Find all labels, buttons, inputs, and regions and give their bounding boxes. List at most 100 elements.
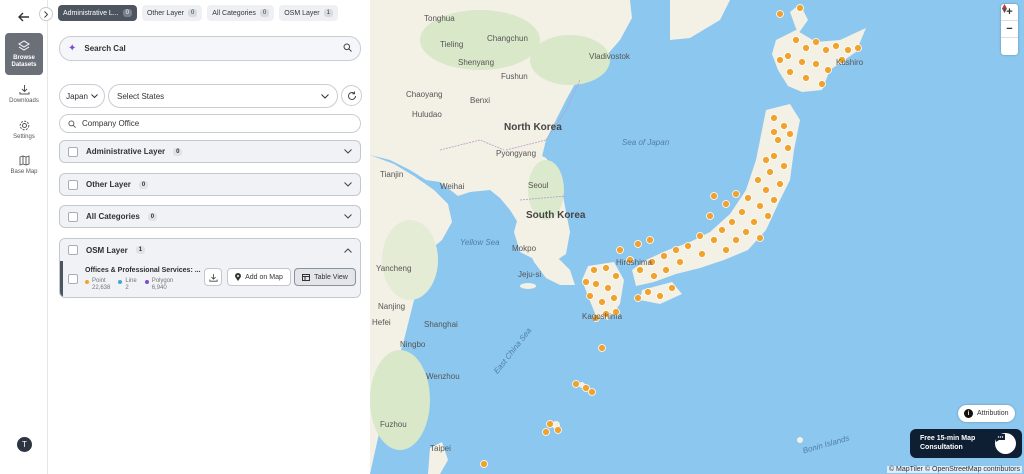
table-icon xyxy=(302,273,311,281)
refresh-button[interactable] xyxy=(341,85,362,106)
map-label-mokpo: Mokpo xyxy=(512,244,537,253)
map-label-tieling: Tieling xyxy=(440,40,464,49)
dataset-checkbox[interactable] xyxy=(68,274,78,284)
layer-chips: Administrative L... 0 Other Layer 0 All … xyxy=(58,5,338,21)
states-value: Select States xyxy=(117,91,165,101)
map-label-yancheng: Yancheng xyxy=(376,264,412,273)
map-label-seoul: Seoul xyxy=(528,181,549,190)
chip-osm-layer[interactable]: OSM Layer 1 xyxy=(279,5,338,21)
search-input[interactable] xyxy=(84,44,343,53)
chip-other-layer[interactable]: Other Layer 0 xyxy=(141,5,203,21)
accordion-administrative-layer[interactable]: Administrative Layer 0 xyxy=(59,140,361,163)
chip-administrative-layer[interactable]: Administrative L... 0 xyxy=(58,5,137,21)
attribution-button[interactable]: i Attribution xyxy=(958,405,1015,422)
chip-count: 0 xyxy=(187,9,198,17)
rail-item-base-map[interactable]: Base Map xyxy=(5,155,43,175)
sparkle-icon: ✦ xyxy=(68,43,77,54)
chevron-right-icon[interactable] xyxy=(39,7,53,21)
layer-checkbox[interactable] xyxy=(68,146,78,157)
stat-label: Line xyxy=(125,278,137,284)
add-on-map-button[interactable]: Add on Map xyxy=(227,268,291,286)
map-label-benxi: Benxi xyxy=(470,96,491,105)
layer-count: 1 xyxy=(135,246,146,254)
rail-item-settings[interactable]: Settings xyxy=(5,120,43,140)
map-canvas[interactable]: Tonghua Changchun Tieling Shenyang Fushu… xyxy=(370,0,1024,474)
chevron-down-icon xyxy=(321,93,329,99)
chip-label: Administrative L... xyxy=(63,9,119,17)
layer-count: 0 xyxy=(138,180,149,189)
polygon-dot-icon xyxy=(144,280,149,284)
map-label-fuzhou: Fuzhou xyxy=(380,420,407,429)
layer-label: Other Layer xyxy=(86,180,131,189)
stat-polygon: Polygon 6,940 xyxy=(144,278,174,292)
layer-checkbox[interactable] xyxy=(68,211,78,222)
stat-label: Point xyxy=(92,278,106,284)
chip-all-categories[interactable]: All Categories 0 xyxy=(207,5,275,21)
download-icon xyxy=(208,273,218,282)
states-select[interactable]: Select States xyxy=(108,84,338,108)
stat-point: Point 22,638 xyxy=(85,278,110,292)
info-icon: i xyxy=(964,409,973,418)
chat-icon[interactable] xyxy=(995,433,1016,454)
map-label-changchun: Changchun xyxy=(487,34,528,43)
layers-icon xyxy=(18,39,30,51)
layer-checkbox[interactable] xyxy=(68,245,78,255)
stat-value: 2 xyxy=(125,285,129,291)
osm-layer-header[interactable]: OSM Layer 1 xyxy=(60,239,360,261)
chevron-down-icon xyxy=(344,149,352,154)
rail-item-downloads[interactable]: Downloads xyxy=(5,84,43,104)
filter-input[interactable] xyxy=(82,119,352,128)
zoom-controls: + − xyxy=(1001,4,1018,55)
map-label-jeju: Jeju-si xyxy=(518,270,542,279)
rail-item-label: Downloads xyxy=(9,98,39,104)
accordion-osm-layer: OSM Layer 1 Offices & Professional Servi… xyxy=(59,238,361,298)
left-rail: Browse Datasets Downloads Settings Base … xyxy=(0,0,48,474)
accordion-all-categories[interactable]: All Categories 0 xyxy=(59,205,361,228)
download-dataset-button[interactable] xyxy=(204,268,222,286)
zoom-out-button[interactable]: − xyxy=(1001,21,1018,38)
table-view-button[interactable]: Table View xyxy=(294,268,356,286)
map-label-hefei: Hefei xyxy=(372,318,391,327)
layer-checkbox[interactable] xyxy=(68,179,78,190)
map-label-shenyang: Shenyang xyxy=(458,58,495,67)
search-icon[interactable] xyxy=(343,43,352,54)
chip-label: Other Layer xyxy=(146,9,184,17)
map-pin-icon xyxy=(235,273,242,281)
compass-icon[interactable] xyxy=(1001,4,1018,55)
map-label-nanjing: Nanjing xyxy=(378,302,406,311)
avatar[interactable]: T xyxy=(17,437,32,452)
download-icon xyxy=(19,85,29,95)
chevron-down-icon xyxy=(344,182,352,187)
map-label-taipei: Taipei xyxy=(430,444,451,453)
arrow-left-icon[interactable] xyxy=(14,9,34,25)
map-label-vladivostok: Vladivostok xyxy=(589,52,630,61)
chip-label: OSM Layer xyxy=(284,9,320,17)
dataset-panel xyxy=(48,0,370,474)
map-label-sea-of-japan: Sea of Japan xyxy=(622,138,670,147)
rail-item-browse-datasets[interactable]: Browse Datasets xyxy=(5,33,43,75)
rail-item-label: Browse Datasets xyxy=(11,54,37,68)
layer-count: 0 xyxy=(147,212,158,221)
refresh-icon xyxy=(347,91,356,100)
map-label-pyongyang: Pyongyang xyxy=(496,149,537,158)
accordion-other-layer[interactable]: Other Layer 0 xyxy=(59,173,361,196)
stat-line: Line 2 xyxy=(118,278,137,292)
country-select[interactable]: Japan xyxy=(59,84,105,108)
map-copyright: © MapTiler © OpenStreetMap contributors xyxy=(886,466,1022,473)
map-label-tonghua: Tonghua xyxy=(424,14,455,23)
stat-label: Polygon xyxy=(151,278,174,284)
gear-icon xyxy=(19,120,29,131)
chip-count: 1 xyxy=(323,9,333,17)
layer-label: OSM Layer xyxy=(86,245,128,255)
consultation-banner[interactable]: Free 15-min Map Consultation xyxy=(910,429,1022,458)
add-on-map-label: Add on Map xyxy=(245,273,283,281)
dataset-row: Offices & Professional Services: ... Poi… xyxy=(60,261,360,297)
rail-item-label: Settings xyxy=(13,134,35,140)
search-icon xyxy=(68,119,76,128)
chevron-down-icon xyxy=(91,93,98,98)
stat-value: 6,940 xyxy=(151,285,167,291)
line-dot-icon xyxy=(118,280,123,284)
layer-count: 0 xyxy=(173,147,183,156)
map-label-weihai: Weihai xyxy=(440,182,465,191)
map-label-kagoshima: Kagoshima xyxy=(582,312,623,321)
